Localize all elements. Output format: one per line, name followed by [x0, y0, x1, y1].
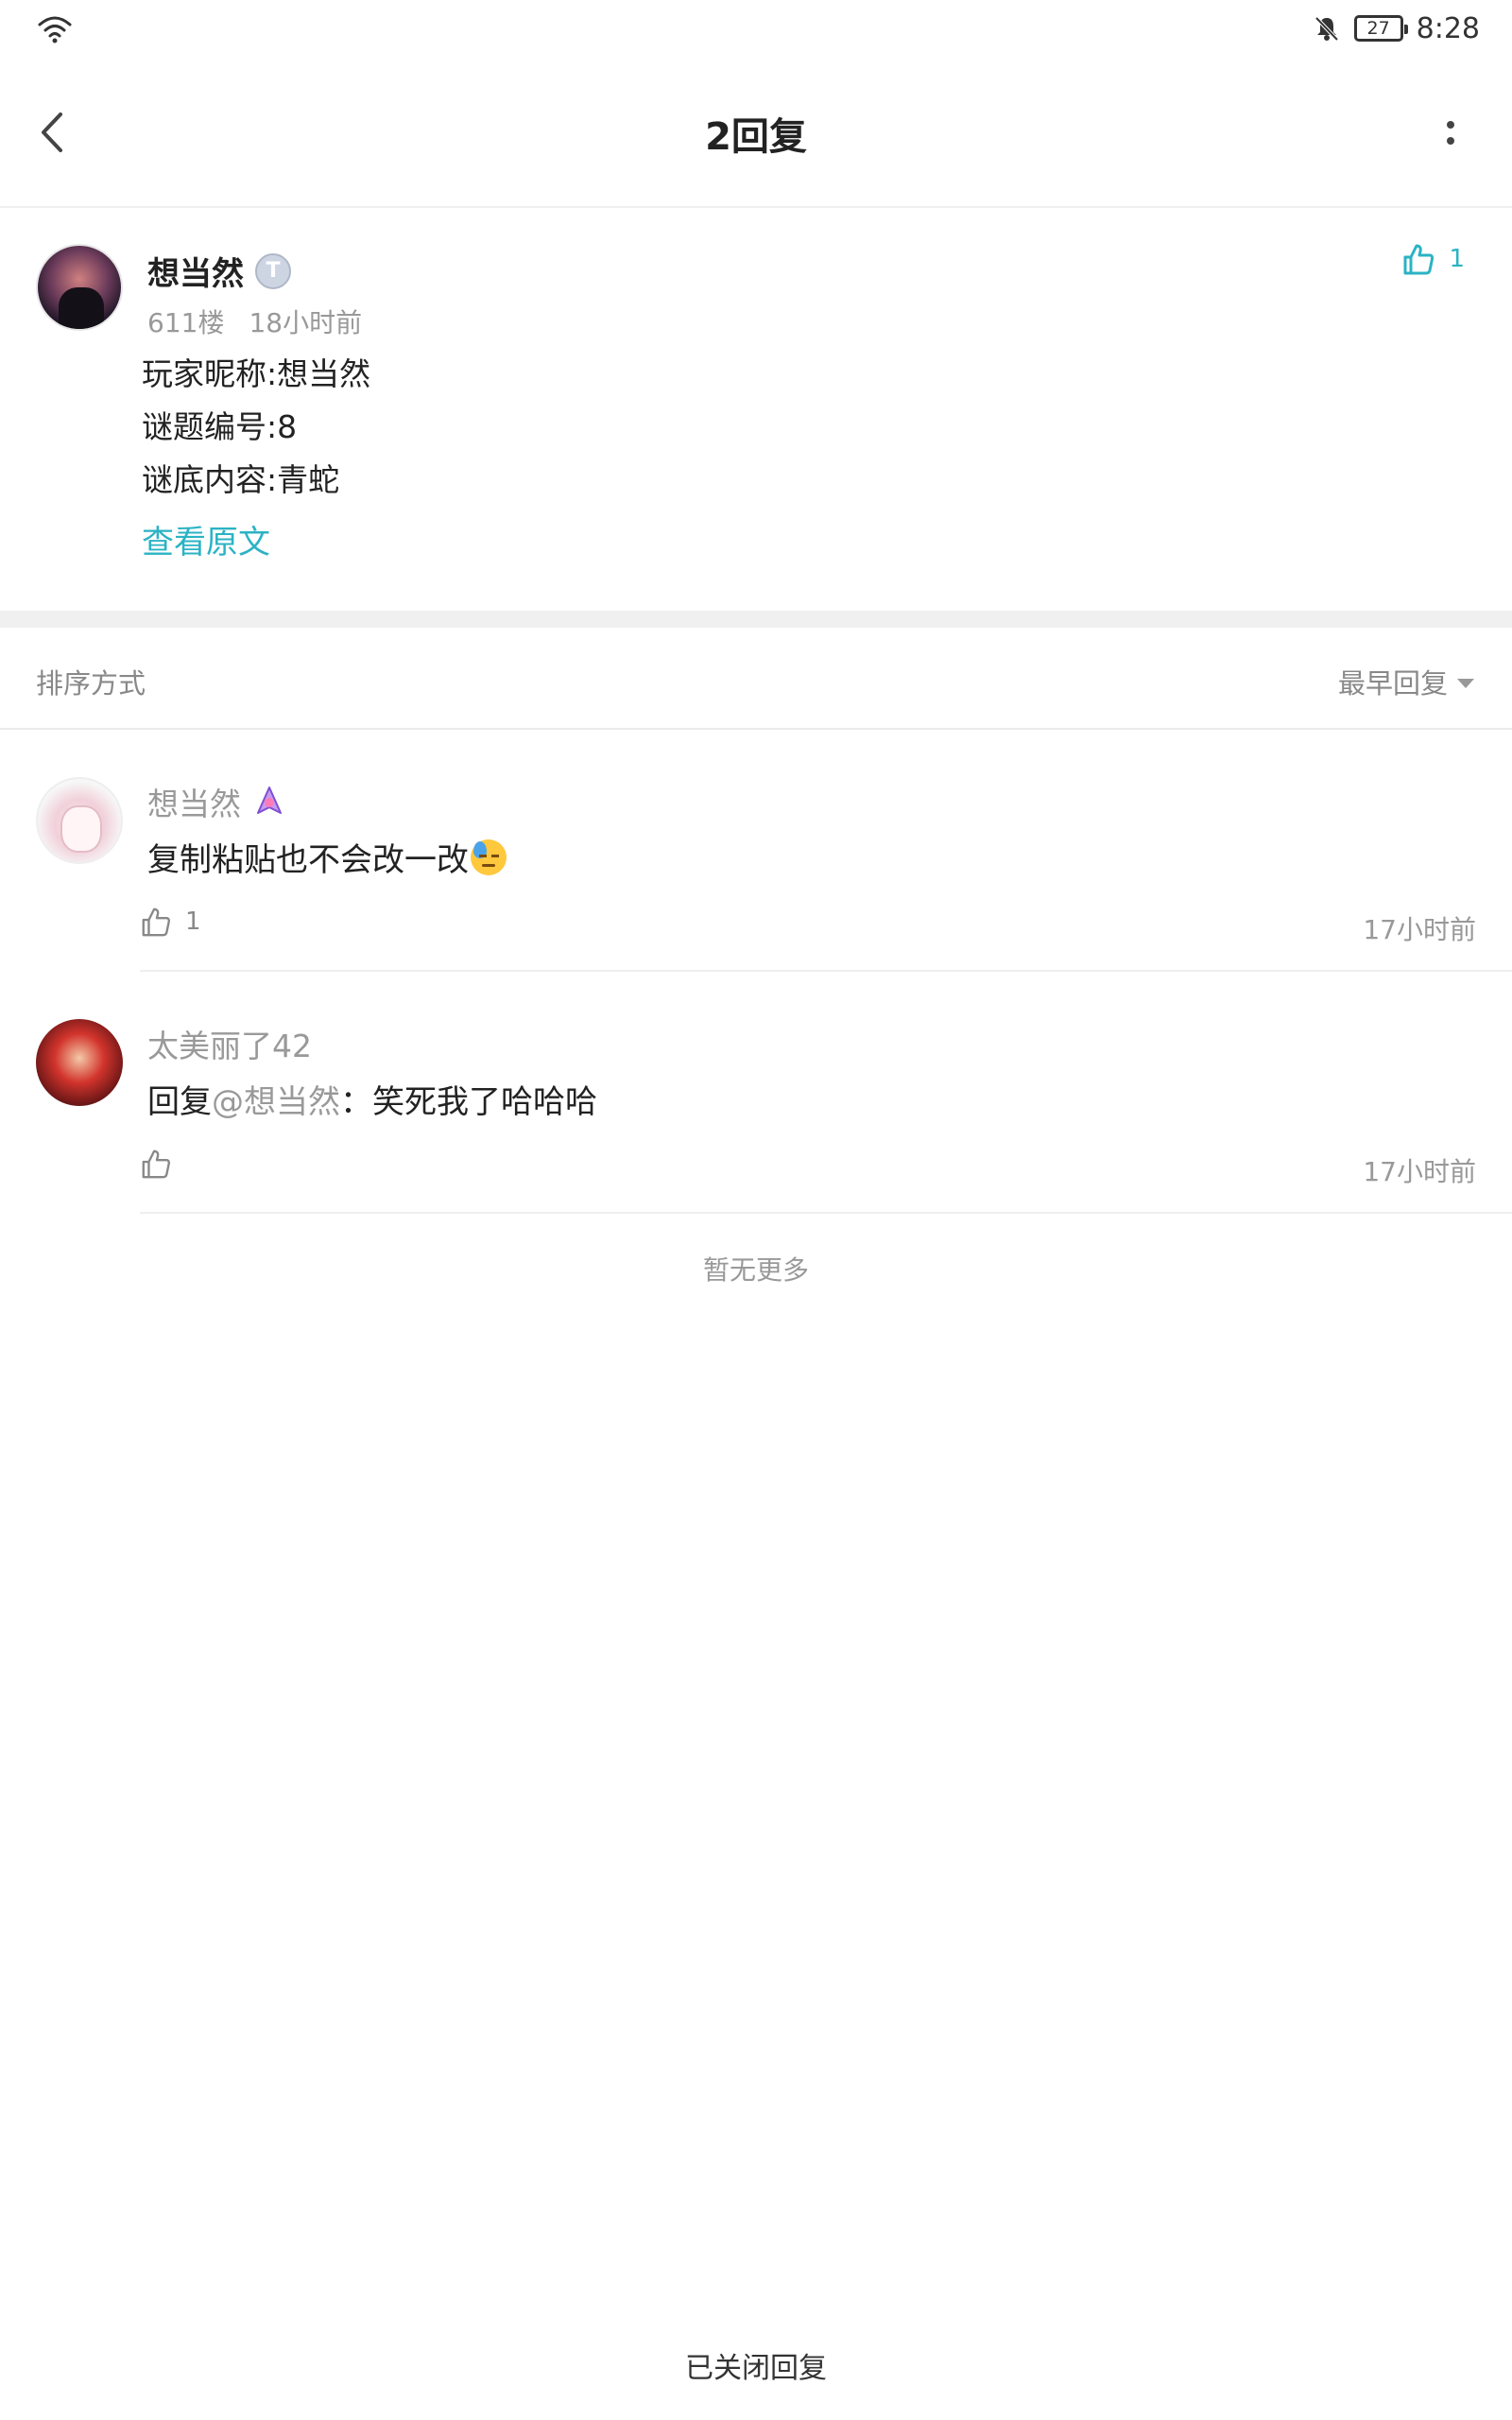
- post-line: 玩家昵称:想当然: [142, 355, 371, 392]
- level-badge-icon: [257, 786, 282, 814]
- like-count: 1: [1449, 245, 1465, 273]
- caret-down-icon: [1457, 679, 1474, 688]
- post-time: 18小时前: [249, 307, 363, 338]
- view-original-link[interactable]: 查看原文: [142, 516, 270, 562]
- reply-author[interactable]: 太美丽了42: [147, 1021, 312, 1066]
- reply-avatar[interactable]: [36, 1019, 123, 1106]
- level-badge: T: [255, 252, 291, 289]
- post-meta: 611楼 18小时前: [147, 302, 362, 340]
- mention-link[interactable]: @想当然: [212, 1076, 340, 1122]
- reply-author-text: 想当然: [147, 786, 241, 822]
- reply-item: 太美丽了42 回复 @想当然 ：笑死我了哈哈哈 17小时前: [0, 972, 1512, 1214]
- reply-like-count: 1: [185, 908, 201, 936]
- more-options-button[interactable]: [1427, 109, 1474, 156]
- post-line: 谜底内容:青蛇: [142, 461, 340, 498]
- reply-text-content: ：笑死我了哈哈哈: [340, 1083, 597, 1121]
- sort-selected-value: 最早回复: [1337, 667, 1448, 700]
- wifi-icon: [38, 16, 72, 43]
- battery-icon: 27: [1353, 15, 1408, 42]
- reply-item: 想当然 复制粘贴也不会改一改 1 17小时前: [0, 730, 1512, 972]
- sort-dropdown[interactable]: 最早回复: [1338, 662, 1474, 701]
- battery-level: 27: [1366, 18, 1390, 39]
- reply-like-button[interactable]: 1: [140, 906, 201, 938]
- reply-time: 17小时前: [1363, 914, 1476, 945]
- thumbs-up-icon: [142, 1150, 170, 1179]
- reply-text: 回复 @想当然 ：笑死我了哈哈哈: [147, 1076, 597, 1122]
- more-dot-icon: [1447, 120, 1454, 129]
- section-divider: [0, 611, 1512, 628]
- sort-label: 排序方式: [36, 667, 146, 700]
- reply-divider: [140, 1212, 1512, 1214]
- floor-number: 611楼: [147, 307, 225, 338]
- reply-time: 17小时前: [1363, 1156, 1476, 1187]
- thumbs-up-icon: [142, 908, 170, 937]
- original-post: 想当然 T 611楼 18小时前 玩家昵称:想当然 谜题编号:8 谜底内容:青蛇…: [0, 208, 1512, 611]
- no-more-text: 暂无更多: [702, 1254, 809, 1286]
- thumbs-up-icon: [1403, 244, 1435, 275]
- status-bar: 27 8:28: [0, 0, 1512, 57]
- like-button[interactable]: 1: [1401, 242, 1465, 276]
- reply-text-content: 复制粘贴也不会改一改: [147, 841, 469, 879]
- reply-text: 复制粘贴也不会改一改: [147, 834, 507, 880]
- post-line: 谜题编号:8: [142, 408, 298, 445]
- reply-avatar[interactable]: [36, 777, 123, 864]
- reply-author-text: 太美丽了42: [147, 1028, 312, 1064]
- clock: 8:28: [1416, 11, 1480, 45]
- sort-bar: 排序方式 最早回复: [0, 628, 1512, 730]
- reply-like-button[interactable]: [140, 1148, 185, 1180]
- author-avatar[interactable]: [36, 244, 123, 331]
- reply-author[interactable]: 想当然: [147, 779, 286, 824]
- more-dot-icon: [1447, 136, 1454, 145]
- bell-muted-icon: [1314, 16, 1339, 42]
- post-body: 玩家昵称:想当然 谜题编号:8 谜底内容:青蛇: [142, 348, 370, 507]
- app-header: 2回复: [0, 57, 1512, 208]
- author-name[interactable]: 想当然 T: [147, 248, 291, 294]
- page-title: 2回复: [705, 115, 807, 159]
- downcast-sweat-emoji-icon: [471, 838, 507, 875]
- author-name-text: 想当然: [147, 255, 244, 293]
- reply-prefix: 回复: [147, 1083, 212, 1121]
- replies-closed-text: 已关闭回复: [685, 2352, 827, 2385]
